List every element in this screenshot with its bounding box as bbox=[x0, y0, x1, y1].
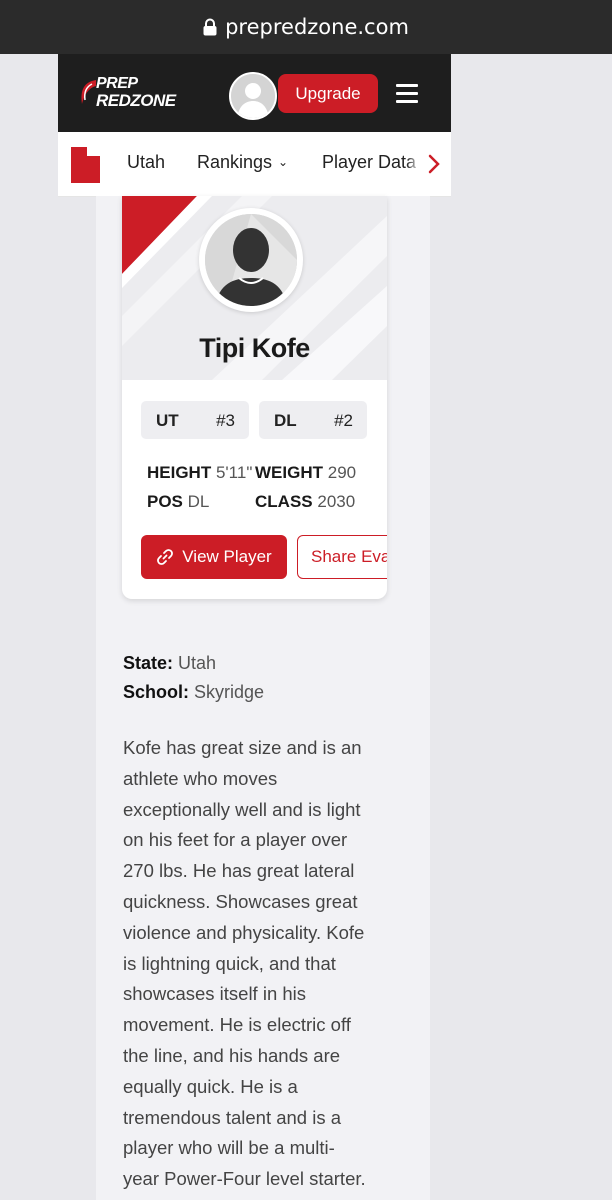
player-evaluation-text: Kofe has great size and is an athlete who… bbox=[123, 733, 398, 1195]
stat-class-value: 2030 bbox=[317, 492, 356, 511]
link-icon bbox=[157, 549, 174, 565]
stat-pos-value: DL bbox=[187, 492, 210, 511]
chevron-right-icon bbox=[428, 154, 440, 174]
utah-state-icon[interactable] bbox=[71, 147, 100, 188]
logo-text-redzone: REDZONE bbox=[96, 91, 176, 110]
evaluation-line: showcases itself in his bbox=[123, 983, 307, 1005]
position-rank-label: DL bbox=[274, 411, 297, 430]
url-text: prepredzone.com bbox=[225, 15, 409, 39]
stat-height: HEIGHT 5'11" bbox=[147, 463, 252, 483]
hamburger-icon[interactable] bbox=[396, 84, 418, 103]
state-rank-label: UT bbox=[156, 411, 179, 430]
view-player-button[interactable]: View Player bbox=[141, 535, 287, 579]
evaluation-line: quickness. Showcases great bbox=[123, 890, 358, 912]
stat-weight: WEIGHT 290 bbox=[255, 463, 356, 483]
avatar-icon bbox=[231, 74, 275, 118]
evaluation-line: player who will be a multi- bbox=[123, 1137, 335, 1159]
browser-url-bar[interactable]: prepredzone.com bbox=[0, 0, 612, 54]
school-label: School: bbox=[123, 682, 189, 702]
evaluation-line: violence and physicality. Kofe bbox=[123, 921, 365, 943]
state-rank-chip[interactable]: UT #3 bbox=[141, 401, 249, 439]
stat-pos-label: POS bbox=[147, 492, 183, 511]
nav-item-utah[interactable]: Utah bbox=[127, 152, 165, 173]
state-value: Utah bbox=[178, 653, 217, 673]
evaluation-line: 270 lbs. He has great lateral bbox=[123, 860, 355, 882]
state-rank-value: #3 bbox=[216, 411, 235, 430]
prep-redzone-logo[interactable]: PREP REDZONE bbox=[78, 74, 188, 112]
player-state: State: Utah bbox=[123, 653, 216, 674]
evaluation-line: is lightning quick, and that bbox=[123, 952, 336, 974]
stat-height-value: 5'11" bbox=[215, 463, 253, 482]
evaluation-line: movement. He is electric off bbox=[123, 1014, 351, 1036]
player-card: Tipi Kofe UT #3 DL #2 HEIGHT 5'11" WEIGH… bbox=[122, 196, 387, 599]
content-panel: Tipi Kofe UT #3 DL #2 HEIGHT 5'11" WEIGH… bbox=[96, 196, 430, 1200]
evaluation-line: exceptionally well and is light bbox=[123, 798, 361, 820]
evaluation-line: Kofe has great size and is an bbox=[123, 737, 362, 758]
site-header: PREP REDZONE Upgrade bbox=[58, 54, 451, 132]
player-school: School: Skyridge bbox=[123, 682, 264, 703]
sub-navigation: Utah Rankings ⌄ Player Data bbox=[58, 132, 451, 197]
share-evaluation-button[interactable]: Share Evaluation bbox=[297, 535, 387, 579]
evaluation-line: the line, and his hands are bbox=[123, 1044, 341, 1066]
upgrade-button[interactable]: Upgrade bbox=[278, 74, 378, 113]
page-gutter bbox=[451, 54, 612, 1200]
player-silhouette-icon bbox=[205, 214, 297, 306]
chevron-down-icon: ⌄ bbox=[278, 155, 289, 169]
stat-class: CLASS 2030 bbox=[255, 492, 355, 512]
nav-scroll-right-button[interactable] bbox=[419, 132, 451, 196]
nav-item-rankings[interactable]: Rankings ⌄ bbox=[197, 152, 288, 173]
player-card-hero: Tipi Kofe bbox=[122, 196, 387, 380]
player-headshot bbox=[199, 208, 303, 312]
stat-weight-value: 290 bbox=[327, 463, 357, 482]
logo-swoosh-icon bbox=[81, 80, 96, 104]
nav-item-rankings-label: Rankings bbox=[197, 152, 273, 172]
stat-weight-label: WEIGHT bbox=[255, 463, 323, 482]
stat-height-label: HEIGHT bbox=[147, 463, 212, 482]
view-player-label: View Player bbox=[182, 547, 272, 566]
player-name: Tipi Kofe bbox=[199, 333, 310, 363]
position-rank-value: #2 bbox=[334, 411, 353, 430]
evaluation-line: year Power-Four level starter. bbox=[123, 1168, 366, 1190]
evaluation-line: tremendous talent and is a bbox=[123, 1106, 342, 1128]
stat-pos: POS DL bbox=[147, 492, 209, 512]
evaluation-line: on his feet for a player over bbox=[123, 829, 348, 851]
state-label: State: bbox=[123, 653, 174, 673]
evaluation-line: athlete who moves bbox=[123, 767, 278, 789]
user-avatar-button[interactable] bbox=[229, 72, 277, 120]
evaluation-line: equally quick. He is a bbox=[123, 1075, 298, 1097]
school-value: Skyridge bbox=[194, 682, 265, 702]
lock-icon bbox=[203, 18, 217, 36]
position-rank-chip[interactable]: DL #2 bbox=[259, 401, 367, 439]
nav-item-player-data[interactable]: Player Data bbox=[322, 152, 416, 173]
stat-class-label: CLASS bbox=[255, 492, 313, 511]
